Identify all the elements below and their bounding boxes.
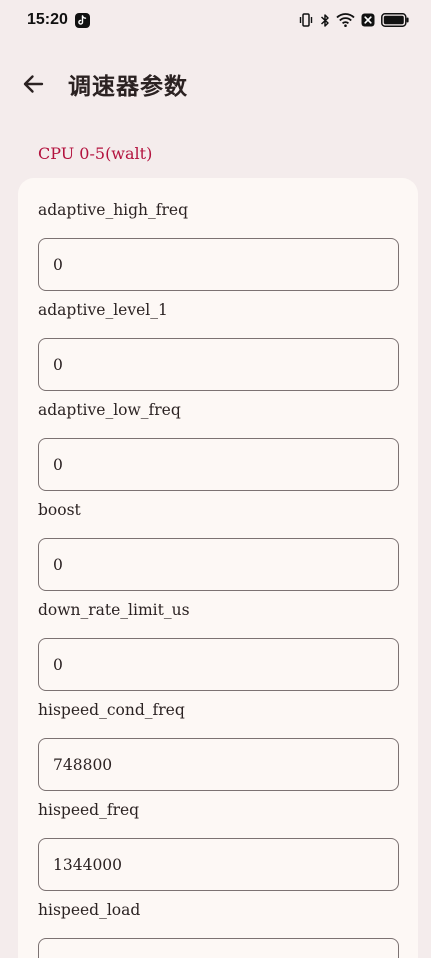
param-hispeed-freq: hispeed_freq: [38, 799, 399, 891]
param-label: adaptive_level_1: [38, 301, 168, 319]
param-input[interactable]: [38, 738, 399, 791]
param-down-rate-limit-us: down_rate_limit_us: [38, 599, 399, 691]
page-title: 调速器参数: [68, 73, 188, 100]
param-hispeed-cond-freq: hispeed_cond_freq: [38, 699, 399, 791]
bluetooth-icon: [320, 13, 330, 28]
param-boost: boost: [38, 499, 399, 591]
params-card: adaptive_high_freq adaptive_level_1 adap…: [18, 178, 418, 958]
param-input[interactable]: [38, 238, 399, 291]
back-button[interactable]: [13, 64, 53, 104]
param-input[interactable]: [38, 938, 399, 958]
top-app-bar: 调速器参数: [0, 58, 431, 110]
param-label: hispeed_freq: [38, 801, 140, 819]
param-label: adaptive_high_freq: [38, 201, 189, 219]
status-bar: 15:20: [0, 0, 431, 40]
param-input[interactable]: [38, 338, 399, 391]
param-label: hispeed_load: [38, 901, 141, 919]
tiktok-icon: [74, 12, 90, 28]
param-adaptive-high-freq: adaptive_high_freq: [38, 199, 399, 291]
param-adaptive-level-1: adaptive_level_1: [38, 299, 399, 391]
battery-icon: [381, 13, 409, 27]
vibrate-icon: [298, 13, 314, 27]
param-adaptive-low-freq: adaptive_low_freq: [38, 399, 399, 491]
wifi-icon: [336, 13, 355, 27]
param-input[interactable]: [38, 538, 399, 591]
param-label: adaptive_low_freq: [38, 401, 181, 419]
param-input[interactable]: [38, 638, 399, 691]
status-time: 15:20: [27, 11, 68, 28]
param-input[interactable]: [38, 838, 399, 891]
param-label: boost: [38, 501, 81, 519]
param-label: down_rate_limit_us: [38, 601, 190, 619]
arrow-left-icon: [23, 75, 44, 93]
section-title: CPU 0-5(walt): [38, 144, 153, 163]
param-label: hispeed_cond_freq: [38, 701, 185, 719]
param-hispeed-load: hispeed_load: [38, 899, 399, 958]
sim-off-icon: [361, 13, 375, 27]
param-input[interactable]: [38, 438, 399, 491]
